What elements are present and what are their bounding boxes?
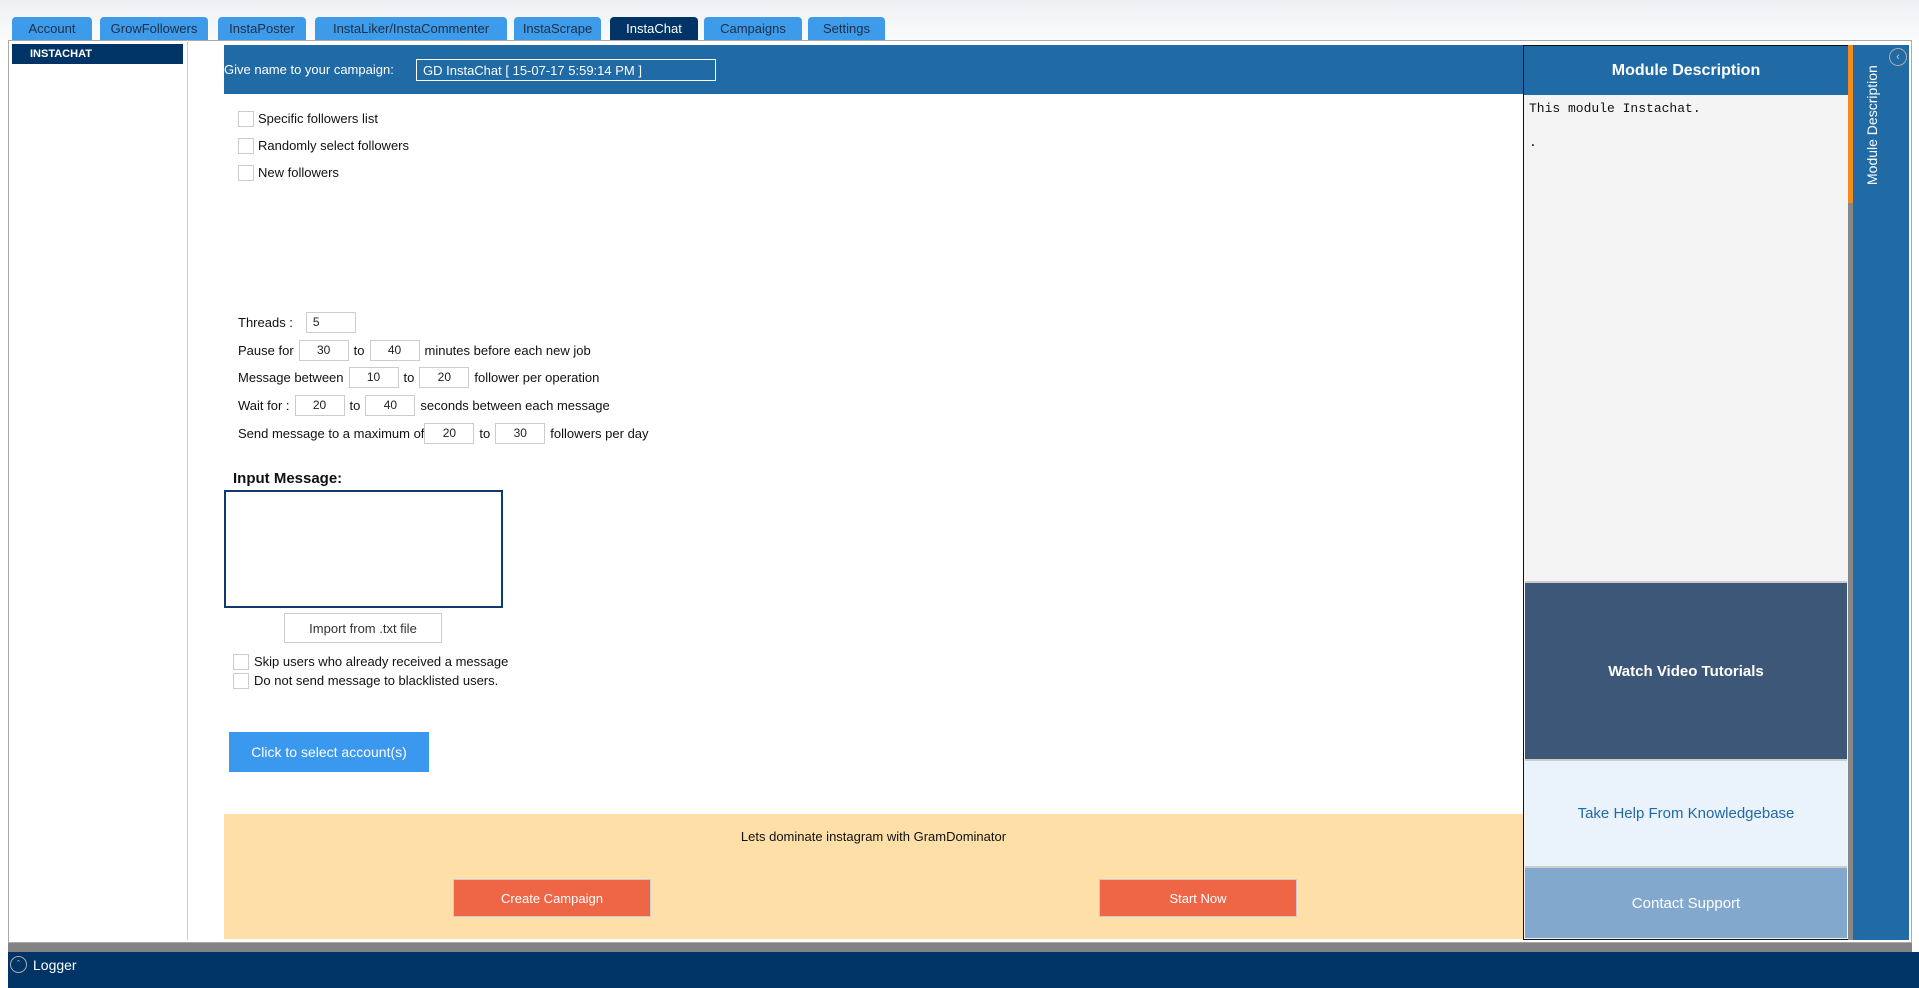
message-suffix: follower per operation <box>474 369 600 385</box>
pause-label: Pause for <box>238 342 294 358</box>
skip-blacklisted-checkbox[interactable] <box>233 673 249 689</box>
sidebar <box>8 40 188 940</box>
splitter[interactable] <box>8 943 1912 952</box>
skip-blacklisted-label: Do not send message to blacklisted users… <box>254 673 499 688</box>
campaign-name-label: Give name to your campaign: <box>224 62 394 77</box>
tab-instaposter[interactable]: InstaPoster <box>218 17 306 40</box>
random-followers-label: Randomly select followers <box>258 138 410 153</box>
logger-label: Logger <box>33 957 77 973</box>
tab-campaigns[interactable]: Campaigns <box>704 17 802 40</box>
max-per-day-row: Send message to a maximum of to follower… <box>238 422 649 444</box>
campaign-banner: Lets dominate instagram with GramDominat… <box>224 814 1523 939</box>
max-label: Send message to a maximum of <box>238 425 425 441</box>
module-description-side-tab[interactable]: ‹ Module Description <box>1853 45 1909 940</box>
message-between-label: Message between <box>238 369 344 385</box>
max-suffix: followers per day <box>550 425 649 441</box>
random-followers-checkbox[interactable] <box>238 138 254 154</box>
create-campaign-button[interactable]: Create Campaign <box>453 879 651 917</box>
knowledgebase-button[interactable]: Take Help From Knowledgebase <box>1525 759 1847 866</box>
module-description-panel: Module Description This module Instachat… <box>1523 45 1849 940</box>
specific-followers-label: Specific followers list <box>258 111 378 126</box>
pause-min-input[interactable] <box>298 339 349 361</box>
threads-label: Threads : <box>238 314 293 330</box>
pause-suffix: minutes before each new job <box>424 342 591 358</box>
tab-settings[interactable]: Settings <box>808 17 885 40</box>
message-max-input[interactable] <box>419 366 470 388</box>
tab-instachat[interactable]: InstaChat <box>610 17 698 40</box>
specific-followers-checkbox[interactable] <box>238 111 254 127</box>
logger-bar[interactable]: ˆ Logger <box>8 952 1919 988</box>
start-now-button[interactable]: Start Now <box>1099 879 1297 917</box>
module-description-title: Module Description <box>1524 46 1848 95</box>
import-txt-button[interactable]: Import from .txt file <box>284 613 442 643</box>
to-label: to <box>403 369 415 385</box>
threads-input[interactable] <box>305 311 356 333</box>
pause-max-input[interactable] <box>369 339 420 361</box>
side-tab-label: Module Description <box>1864 65 1880 185</box>
message-count-row: Message between to follower per operatio… <box>238 366 599 388</box>
chevron-up-icon[interactable]: ˆ <box>10 956 27 973</box>
module-description-text: This module Instachat. . <box>1529 101 1701 150</box>
max-max-input[interactable] <box>495 422 546 444</box>
message-textarea[interactable] <box>224 490 503 608</box>
input-message-label: Input Message: <box>233 470 343 487</box>
select-accounts-button[interactable]: Click to select account(s) <box>229 732 429 772</box>
to-label: to <box>353 342 365 358</box>
campaign-name-input[interactable] <box>416 59 716 81</box>
watch-video-tutorials-button[interactable]: Watch Video Tutorials <box>1525 581 1847 759</box>
skip-received-label: Skip users who already received a messag… <box>254 654 509 669</box>
wait-max-input[interactable] <box>365 394 416 416</box>
new-followers-checkbox[interactable] <box>238 165 254 181</box>
to-label: to <box>349 397 361 413</box>
message-min-input[interactable] <box>348 366 399 388</box>
max-min-input[interactable] <box>424 422 475 444</box>
chevron-left-icon[interactable]: ‹ <box>1889 48 1907 66</box>
tab-account[interactable]: Account <box>12 17 92 40</box>
skip-received-checkbox[interactable] <box>233 654 249 670</box>
wait-suffix: seconds between each message <box>420 397 610 413</box>
tab-growfollowers[interactable]: GrowFollowers <box>100 17 208 40</box>
pause-row: Pause for to minutes before each new job <box>238 339 591 361</box>
wait-row: Wait for : to seconds between each messa… <box>238 394 610 416</box>
threads-row: Threads : <box>238 311 361 333</box>
to-label: to <box>479 425 491 441</box>
campaign-header: Give name to your campaign: <box>224 45 1523 94</box>
wait-min-input[interactable] <box>294 394 345 416</box>
new-followers-label: New followers <box>258 165 339 180</box>
tab-instascrape[interactable]: InstaScrape <box>514 17 601 40</box>
sidebar-item-instachat[interactable]: INSTACHAT <box>12 44 183 64</box>
wait-label: Wait for : <box>238 397 290 413</box>
tab-instaliker[interactable]: InstaLiker/InstaCommenter <box>315 17 507 40</box>
banner-text: Lets dominate instagram with GramDominat… <box>740 829 1007 844</box>
contact-support-button[interactable]: Contact Support <box>1525 866 1847 938</box>
